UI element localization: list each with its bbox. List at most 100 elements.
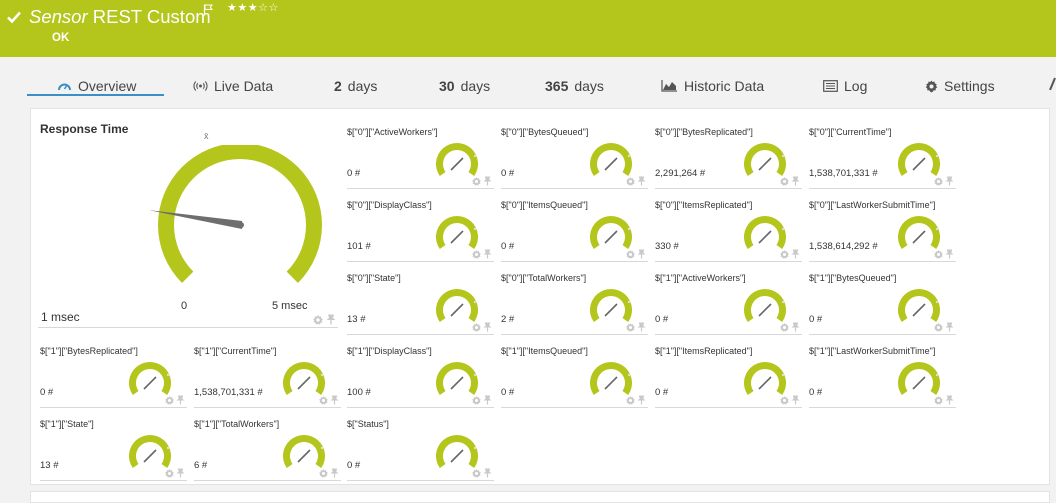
tab-overview[interactable]: Overview bbox=[57, 78, 136, 94]
tab-settings[interactable]: Settings bbox=[925, 78, 995, 94]
channel-label: $["0"]["TotalWorkers"] bbox=[501, 273, 587, 283]
gear-icon[interactable] bbox=[472, 177, 481, 186]
pin-icon[interactable] bbox=[791, 322, 800, 332]
channel-tile[interactable]: $["0"]["CurrentTime"] 1,538,701,331 # bbox=[809, 118, 956, 190]
tab-label: Historic Data bbox=[684, 78, 765, 94]
priority-stars[interactable]: ★★★☆☆ bbox=[227, 1, 279, 14]
sensor-header: Sensor REST Custom ★★★☆☆ OK bbox=[0, 0, 1056, 57]
channel-gauge bbox=[898, 362, 940, 396]
pin-icon[interactable] bbox=[176, 395, 185, 405]
more-tabs-icon[interactable] bbox=[1049, 76, 1056, 90]
pin-icon[interactable] bbox=[176, 468, 185, 478]
pin-icon[interactable] bbox=[483, 249, 492, 259]
primary-gauge[interactable] bbox=[150, 145, 330, 290]
channel-tile[interactable]: $["1"]["LastWorkerSubmitTime"] 0 # bbox=[809, 337, 956, 409]
tab-bar: Overview Live Data 2 days 30 days 365 days … bbox=[0, 57, 1056, 108]
gear-icon[interactable] bbox=[165, 396, 174, 405]
gear-icon[interactable] bbox=[165, 469, 174, 478]
pin-icon[interactable] bbox=[330, 468, 339, 478]
gear-icon[interactable] bbox=[626, 323, 635, 332]
channel-tile[interactable]: $["0"]["TotalWorkers"] 2 # bbox=[501, 264, 648, 336]
gear-icon[interactable] bbox=[626, 177, 635, 186]
tab-2-days[interactable]: 2 days bbox=[334, 78, 377, 94]
channel-value: 100 # bbox=[347, 387, 371, 398]
channel-tile[interactable]: $["Status"] 0 # bbox=[347, 410, 494, 482]
channel-label: $["0"]["BytesQueued"] bbox=[501, 127, 589, 137]
channel-value: 13 # bbox=[347, 314, 366, 325]
channel-tile[interactable]: $["1"]["ItemsQueued"] 0 # bbox=[501, 337, 648, 409]
channel-tile[interactable]: $["1"]["ActiveWorkers"] 0 # bbox=[655, 264, 802, 336]
tab-365-days[interactable]: 365 days bbox=[545, 78, 604, 94]
channel-tile[interactable]: $["1"]["CurrentTime"] 1,538,701,331 # bbox=[194, 337, 341, 409]
tab-historic-data[interactable]: Historic Data bbox=[661, 78, 764, 94]
channel-gauge bbox=[590, 216, 632, 250]
tab-log[interactable]: Log bbox=[823, 78, 867, 94]
pin-icon[interactable] bbox=[637, 395, 646, 405]
channel-tile[interactable]: $["0"]["BytesReplicated"] 2,291,264 # bbox=[655, 118, 802, 190]
flag-icon[interactable] bbox=[203, 4, 214, 16]
pin-icon[interactable] bbox=[483, 395, 492, 405]
gear-icon[interactable] bbox=[319, 469, 328, 478]
pin-icon[interactable] bbox=[945, 395, 954, 405]
gear-icon[interactable] bbox=[626, 250, 635, 259]
channel-tile[interactable]: $["0"]["ItemsReplicated"] 330 # bbox=[655, 191, 802, 263]
gear-icon[interactable] bbox=[472, 250, 481, 259]
gear-icon[interactable] bbox=[934, 177, 943, 186]
gear-icon[interactable] bbox=[934, 396, 943, 405]
channel-tile[interactable]: $["1"]["BytesQueued"] 0 # bbox=[809, 264, 956, 336]
pin-icon[interactable] bbox=[945, 249, 954, 259]
pin-icon[interactable] bbox=[326, 314, 336, 325]
pin-icon[interactable] bbox=[637, 322, 646, 332]
gear-icon[interactable] bbox=[319, 396, 328, 405]
gear-icon[interactable] bbox=[780, 323, 789, 332]
channel-tile[interactable]: $["1"]["ItemsReplicated"] 0 # bbox=[655, 337, 802, 409]
tab-label: days bbox=[347, 78, 378, 94]
pin-icon[interactable] bbox=[791, 176, 800, 186]
primary-channel-label: Response Time bbox=[40, 122, 129, 136]
pin-icon[interactable] bbox=[945, 322, 954, 332]
gear-icon[interactable] bbox=[934, 250, 943, 259]
tab-number: 30 bbox=[439, 78, 455, 94]
channel-label: $["0"]["CurrentTime"] bbox=[809, 127, 892, 137]
channel-tile[interactable]: $["0"]["DisplayClass"] 101 # bbox=[347, 191, 494, 263]
channel-value: 1,538,614,292 # bbox=[809, 241, 878, 252]
channel-tile[interactable]: $["0"]["ItemsQueued"] 0 # bbox=[501, 191, 648, 263]
status-text: OK bbox=[52, 32, 70, 44]
gear-icon[interactable] bbox=[934, 323, 943, 332]
tab-label: Overview bbox=[78, 78, 137, 94]
divider bbox=[347, 334, 494, 335]
channel-tile[interactable]: $["0"]["ActiveWorkers"] 0 # bbox=[347, 118, 494, 190]
gear-icon[interactable] bbox=[626, 396, 635, 405]
gear-icon[interactable] bbox=[780, 396, 789, 405]
channel-value: 0 # bbox=[655, 387, 669, 398]
pin-icon[interactable] bbox=[483, 176, 492, 186]
gear-icon[interactable] bbox=[472, 469, 481, 478]
channel-tile[interactable]: $["0"]["LastWorkerSubmitTime"] 1,538,614,… bbox=[809, 191, 956, 263]
pin-icon[interactable] bbox=[483, 468, 492, 478]
pin-icon[interactable] bbox=[483, 322, 492, 332]
channel-gauge bbox=[436, 289, 478, 323]
gear-icon[interactable] bbox=[313, 315, 323, 325]
pin-icon[interactable] bbox=[945, 176, 954, 186]
tab-live-data[interactable]: Live Data bbox=[193, 78, 273, 94]
channel-gauge bbox=[283, 435, 325, 469]
pin-icon[interactable] bbox=[637, 249, 646, 259]
channel-tile[interactable]: $["0"]["BytesQueued"] 0 # bbox=[501, 118, 648, 190]
gear-icon[interactable] bbox=[472, 323, 481, 332]
divider bbox=[40, 407, 187, 408]
channel-gauge bbox=[744, 216, 786, 250]
channel-tile[interactable]: $["1"]["TotalWorkers"] 6 # bbox=[194, 410, 341, 482]
pin-icon[interactable] bbox=[330, 395, 339, 405]
gear-icon[interactable] bbox=[780, 250, 789, 259]
gear-icon[interactable] bbox=[780, 177, 789, 186]
tab-30-days[interactable]: 30 days bbox=[439, 78, 490, 94]
live-data-icon bbox=[193, 81, 208, 91]
pin-icon[interactable] bbox=[637, 176, 646, 186]
channel-tile[interactable]: $["0"]["State"] 13 # bbox=[347, 264, 494, 336]
pin-icon[interactable] bbox=[791, 395, 800, 405]
pin-icon[interactable] bbox=[791, 249, 800, 259]
channel-tile[interactable]: $["1"]["State"] 13 # bbox=[40, 410, 187, 482]
channel-tile[interactable]: $["1"]["DisplayClass"] 100 # bbox=[347, 337, 494, 409]
channel-tile[interactable]: $["1"]["BytesReplicated"] 0 # bbox=[40, 337, 187, 409]
gear-icon[interactable] bbox=[472, 396, 481, 405]
